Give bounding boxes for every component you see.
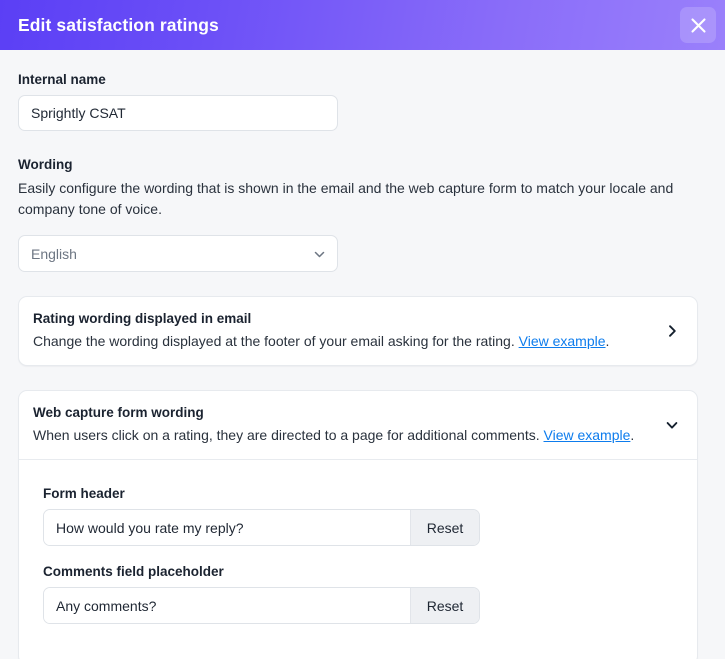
comments-placeholder-input-group: Reset — [43, 587, 480, 624]
modal-body: Internal name Wording Easily configure t… — [0, 50, 725, 659]
form-header-input[interactable] — [44, 510, 410, 545]
view-example-link-web[interactable]: View example — [544, 427, 631, 443]
email-wording-card-description-text: Change the wording displayed at the foot… — [33, 333, 515, 349]
comments-placeholder-label: Comments field placeholder — [43, 564, 224, 579]
language-select[interactable]: English — [18, 235, 338, 272]
close-button[interactable] — [680, 7, 716, 43]
wording-description: Easily configure the wording that is sho… — [18, 180, 674, 217]
internal-name-input[interactable] — [18, 95, 338, 131]
web-capture-card[interactable]: Web capture form wording When users clic… — [18, 390, 698, 659]
form-header-input-group: Reset — [43, 509, 480, 546]
web-capture-card-title: Web capture form wording — [33, 405, 204, 420]
internal-name-label: Internal name — [18, 72, 106, 87]
form-header-reset-button[interactable]: Reset — [410, 510, 479, 545]
email-wording-card-title: Rating wording displayed in email — [33, 311, 252, 326]
chevron-right-icon[interactable] — [663, 322, 681, 340]
form-header-label: Form header — [43, 486, 125, 501]
web-capture-card-description: When users click on a rating, they are d… — [33, 426, 657, 445]
web-description-period: . — [630, 427, 635, 443]
web-capture-card-content: Form header Reset Comments field placeho… — [19, 460, 697, 659]
page-title: Edit satisfaction ratings — [18, 14, 219, 35]
wording-label: Wording — [18, 157, 73, 172]
email-wording-card-description: Change the wording displayed at the foot… — [33, 332, 657, 351]
web-capture-card-description-text: When users click on a rating, they are d… — [33, 427, 540, 443]
close-icon — [690, 17, 707, 34]
comments-placeholder-input[interactable] — [44, 588, 410, 623]
modal-header: Edit satisfaction ratings — [0, 0, 725, 50]
email-wording-card[interactable]: Rating wording displayed in email Change… — [18, 296, 698, 366]
email-description-period: . — [605, 333, 610, 349]
chevron-down-icon[interactable] — [663, 416, 681, 434]
web-capture-card-header[interactable]: Web capture form wording When users clic… — [19, 391, 697, 459]
view-example-link-email[interactable]: View example — [519, 333, 606, 349]
email-wording-card-header[interactable]: Rating wording displayed in email Change… — [19, 297, 697, 365]
language-select-wrap: English — [18, 235, 338, 272]
language-select-value: English — [31, 245, 77, 262]
comments-placeholder-reset-button[interactable]: Reset — [410, 588, 479, 623]
